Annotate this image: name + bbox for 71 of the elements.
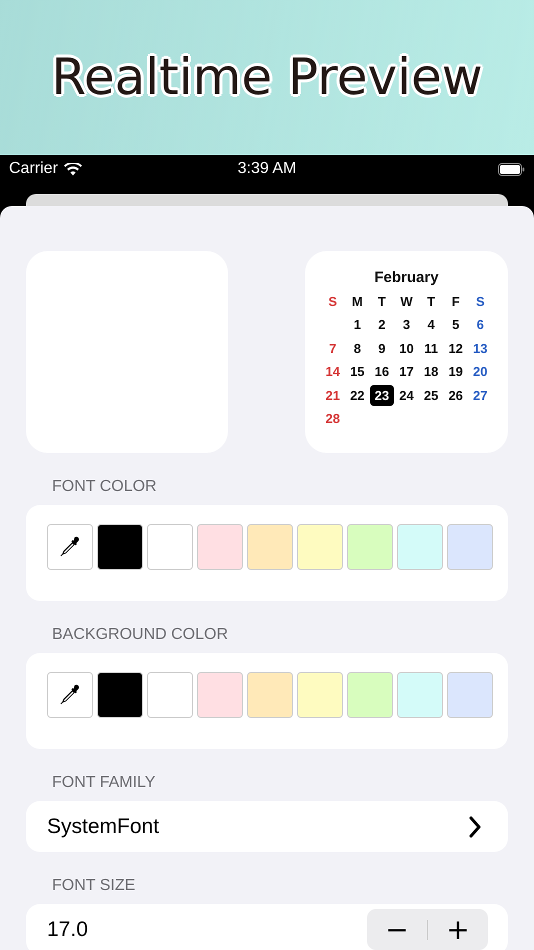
calendar-day[interactable]: 12 <box>443 338 468 358</box>
color-swatch[interactable] <box>147 672 193 718</box>
weekday-label: M <box>350 292 364 311</box>
color-swatch[interactable] <box>347 672 393 718</box>
increment-button[interactable]: + <box>428 909 488 950</box>
calendar-day[interactable]: 9 <box>370 338 394 358</box>
font-family-row[interactable]: SystemFont <box>26 801 508 852</box>
eyedropper-icon <box>58 535 82 559</box>
decrement-button[interactable]: − <box>367 909 427 950</box>
clock-time: 3:39 AM <box>238 160 296 178</box>
color-swatch[interactable] <box>247 524 293 570</box>
calendar-day[interactable]: 21 <box>320 385 346 406</box>
calendar-day[interactable]: 23 <box>370 385 394 406</box>
month-title: February <box>374 269 439 286</box>
calendar-day[interactable]: 13 <box>468 338 493 358</box>
weekday-label: T <box>426 292 436 311</box>
calendar-day[interactable]: 7 <box>320 338 346 358</box>
color-picker-button[interactable] <box>47 524 93 570</box>
chevron-right-icon <box>468 816 482 838</box>
calendar-day[interactable]: 16 <box>370 362 394 382</box>
color-swatch[interactable] <box>347 524 393 570</box>
color-swatch[interactable] <box>97 524 143 570</box>
weekday-label: T <box>376 292 387 311</box>
section-header: FONT COLOR <box>52 478 158 496</box>
calendar-day[interactable]: 17 <box>394 362 419 382</box>
color-swatch[interactable] <box>97 672 143 718</box>
calendar-day[interactable]: 26 <box>443 385 468 406</box>
calendar-day[interactable]: 3 <box>394 314 419 335</box>
color-picker-button[interactable] <box>47 672 93 718</box>
color-swatch[interactable] <box>197 524 243 570</box>
section-header: FONT FAMILY <box>52 774 156 792</box>
calendar-day[interactable]: 6 <box>468 314 493 335</box>
color-swatch[interactable] <box>397 672 443 718</box>
font-size-value: 17.0 <box>47 918 88 942</box>
calendar-day[interactable]: 5 <box>443 314 468 335</box>
calendar-day[interactable]: 28 <box>320 408 346 429</box>
weekday-label: W <box>399 292 414 311</box>
calendar-day[interactable]: 24 <box>394 385 419 406</box>
weekday-label: S <box>474 292 486 311</box>
color-swatch[interactable] <box>397 524 443 570</box>
calendar-day[interactable]: 1 <box>345 314 370 335</box>
banner-title: Realtime Preview <box>51 48 483 106</box>
color-swatch[interactable] <box>447 672 493 718</box>
font-family-value: SystemFont <box>47 814 160 838</box>
calendar-day[interactable]: 25 <box>418 385 444 406</box>
color-swatch[interactable] <box>147 524 193 570</box>
calendar-day[interactable]: 4 <box>418 314 444 335</box>
color-swatch[interactable] <box>297 672 343 718</box>
battery-icon <box>498 162 525 176</box>
section-header: FONT SIZE <box>52 877 136 895</box>
calendar-day[interactable]: 10 <box>394 338 419 358</box>
calendar-day[interactable]: 11 <box>418 338 444 358</box>
calendar-day[interactable]: 18 <box>418 362 444 382</box>
calendar-day[interactable]: 8 <box>345 338 370 358</box>
calendar-day[interactable]: 2 <box>370 314 394 335</box>
carrier-label: Carrier <box>9 160 58 178</box>
color-swatch[interactable] <box>247 672 293 718</box>
calendar-day[interactable]: 22 <box>345 385 370 406</box>
color-swatch[interactable] <box>447 524 493 570</box>
weekday-label: F <box>450 292 461 311</box>
calendar-day[interactable]: 27 <box>468 385 493 406</box>
calendar-day[interactable]: 19 <box>443 362 468 382</box>
eyedropper-icon <box>58 683 82 707</box>
color-swatch[interactable] <box>197 672 243 718</box>
color-swatch[interactable] <box>297 524 343 570</box>
wifi-icon <box>64 162 82 176</box>
weekday-label: S <box>327 292 338 311</box>
calendar-day[interactable]: 20 <box>468 362 493 382</box>
calendar-day[interactable]: 14 <box>320 362 346 382</box>
section-header: BACKGROUND COLOR <box>52 626 230 644</box>
calendar-day[interactable]: 15 <box>345 362 370 382</box>
